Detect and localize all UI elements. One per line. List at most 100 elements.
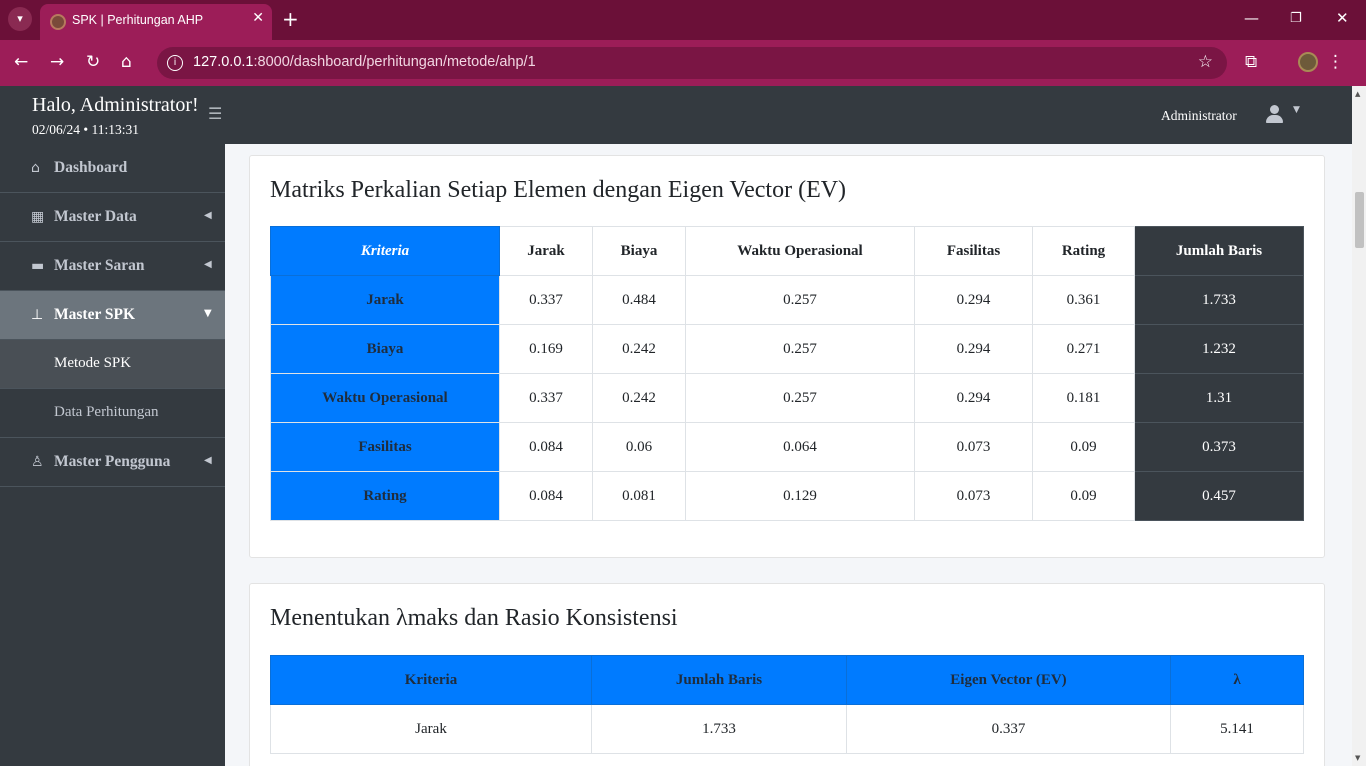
- ev-matrix-table: Kriteria Jarak Biaya Waktu Operasional F…: [270, 226, 1304, 521]
- browser-menu-icon[interactable]: ⋮: [1327, 52, 1344, 72]
- sidebar-item-label: Master Data: [54, 208, 137, 225]
- lambda-max-card: Menentukan λmaks dan Rasio Konsistensi K…: [249, 583, 1325, 766]
- profile-avatar[interactable]: [1298, 52, 1318, 72]
- sidebar-subitem-metode-spk[interactable]: Metode SPK: [0, 340, 225, 389]
- table-cell: 0.242: [592, 324, 686, 374]
- cubes-icon: ▦: [31, 209, 45, 225]
- home-icon[interactable]: ⌂: [121, 52, 132, 72]
- column-header: Fasilitas: [914, 226, 1033, 276]
- browser-tab[interactable]: SPK | Perhitungan AHP ✕: [40, 4, 272, 40]
- table-row: Biaya 0.169 0.242 0.257 0.294 0.271 1.23…: [270, 324, 1304, 374]
- new-tab-icon[interactable]: +: [282, 7, 299, 31]
- home-icon: ⌂: [31, 160, 40, 176]
- greeting: Halo, Administrator!: [32, 94, 199, 116]
- ev-matrix-card: Matriks Perkalian Setiap Elemen dengan E…: [249, 155, 1325, 558]
- table-cell: 0.064: [685, 422, 915, 472]
- table-row: Jarak 1.733 0.337 5.141: [270, 704, 1304, 754]
- comment-icon: ▬: [31, 258, 45, 274]
- table-cell: 0.337: [846, 704, 1171, 754]
- column-header: Rating: [1032, 226, 1135, 276]
- table-header-row: Kriteria Jarak Biaya Waktu Operasional F…: [270, 226, 1304, 276]
- users-cog-icon: ♙: [31, 454, 44, 470]
- scroll-up-icon[interactable]: ▲: [1355, 90, 1360, 98]
- row-header: Rating: [270, 471, 500, 521]
- site-info-icon[interactable]: i: [167, 55, 183, 71]
- sidebar-item-label: Master Pengguna: [54, 453, 171, 470]
- table-cell: 0.484: [592, 275, 686, 325]
- sidebar-item-master-pengguna[interactable]: ♙ Master Pengguna ◀: [0, 438, 225, 487]
- user-name: Administrator: [1161, 108, 1237, 123]
- chevron-left-icon: ◀: [204, 455, 212, 466]
- sidebar-item-master-spk[interactable]: ⊥ Master SPK ▼: [0, 291, 225, 340]
- scroll-down-icon[interactable]: ▼: [1355, 754, 1360, 762]
- row-header: Fasilitas: [270, 422, 500, 472]
- sidebar-item-label: Master Saran: [54, 257, 145, 274]
- close-window-icon[interactable]: ✕: [1336, 9, 1349, 27]
- table-cell: 5.141: [1170, 704, 1304, 754]
- table-cell: 0.09: [1032, 422, 1135, 472]
- column-header: Biaya: [592, 226, 686, 276]
- table-cell: 0.081: [592, 471, 686, 521]
- table-cell: 0.181: [1032, 373, 1135, 423]
- table-cell: 0.129: [685, 471, 915, 521]
- table-cell: 0.073: [914, 471, 1033, 521]
- sidebar-item-dashboard[interactable]: ⌂ Dashboard: [0, 144, 225, 193]
- column-header: Kriteria: [270, 655, 592, 705]
- table-row: Waktu Operasional 0.337 0.242 0.257 0.29…: [270, 373, 1304, 423]
- minimize-icon[interactable]: —: [1244, 9, 1259, 27]
- table-cell: 0.073: [914, 422, 1033, 472]
- sidebar-item-label: Master SPK: [54, 306, 136, 323]
- table-row: Rating 0.084 0.081 0.129 0.073 0.09 0.45…: [270, 471, 1304, 521]
- chevron-down-icon: ▼: [204, 308, 212, 319]
- page-scrollbar[interactable]: ▲ ▼: [1352, 86, 1366, 766]
- reload-icon[interactable]: ↻: [86, 52, 100, 72]
- card-title: Menentukan λmaks dan Rasio Konsistensi: [270, 605, 678, 631]
- table-cell: 0.06: [592, 422, 686, 472]
- row-sum-cell: 1.232: [1134, 324, 1304, 374]
- table-row: Fasilitas 0.084 0.06 0.064 0.073 0.09 0.…: [270, 422, 1304, 472]
- row-header: Jarak: [270, 275, 500, 325]
- tab-close-icon[interactable]: ✕: [252, 10, 264, 26]
- column-header: Kriteria: [270, 226, 500, 276]
- table-cell: 0.271: [1032, 324, 1135, 374]
- app-header: Halo, Administrator! 02/06/24 • 11:13:31…: [0, 86, 1352, 144]
- sidebar-item-master-saran[interactable]: ▬ Master Saran ◀: [0, 242, 225, 291]
- sidebar-subitem-data-perhitungan[interactable]: Data Perhitungan: [0, 389, 225, 438]
- column-header: λ: [1170, 655, 1304, 705]
- column-header: Waktu Operasional: [685, 226, 915, 276]
- user-dropdown-caret-icon[interactable]: ▼: [1293, 105, 1300, 115]
- table-cell: 1.733: [591, 704, 847, 754]
- sidebar-item-label: Metode SPK: [54, 355, 132, 371]
- table-header-row: Kriteria Jumlah Baris Eigen Vector (EV) …: [270, 655, 1304, 705]
- user-icon[interactable]: [1266, 105, 1283, 125]
- table-row: Jarak 0.337 0.484 0.257 0.294 0.361 1.73…: [270, 275, 1304, 325]
- card-title: Matriks Perkalian Setiap Elemen dengan E…: [270, 177, 847, 203]
- restore-icon[interactable]: ❐: [1290, 11, 1302, 26]
- back-icon[interactable]: ←: [14, 52, 28, 72]
- tab-search-button[interactable]: ▾: [8, 7, 32, 31]
- tab-title: SPK | Perhitungan AHP: [72, 13, 204, 27]
- sitemap-icon: ⊥: [31, 307, 44, 323]
- address-bar[interactable]: i 127.0.0.1:8000/dashboard/perhitungan/m…: [157, 47, 1227, 79]
- column-header: Jarak: [499, 226, 593, 276]
- scrollbar-thumb[interactable]: [1355, 192, 1364, 248]
- forward-icon[interactable]: →: [50, 52, 64, 72]
- row-sum-cell: 1.733: [1134, 275, 1304, 325]
- table-cell: 0.337: [499, 275, 593, 325]
- header-datetime: 02/06/24 • 11:13:31: [32, 122, 139, 137]
- column-header: Eigen Vector (EV): [846, 655, 1171, 705]
- sidebar-item-label: Data Perhitungan: [54, 404, 159, 420]
- table-cell: 0.09: [1032, 471, 1135, 521]
- extensions-icon[interactable]: ⧉: [1245, 52, 1257, 72]
- lambda-table: Kriteria Jumlah Baris Eigen Vector (EV) …: [270, 655, 1304, 754]
- table-cell: 0.257: [685, 373, 915, 423]
- chevron-left-icon: ◀: [204, 210, 212, 221]
- hamburger-menu-icon[interactable]: ☰: [208, 104, 222, 123]
- table-cell: 0.084: [499, 422, 593, 472]
- sidebar-item-master-data[interactable]: ▦ Master Data ◀: [0, 193, 225, 242]
- table-cell: 0.361: [1032, 275, 1135, 325]
- bookmark-star-icon[interactable]: ☆: [1198, 52, 1213, 72]
- table-cell: 0.294: [914, 324, 1033, 374]
- table-cell: Jarak: [270, 704, 592, 754]
- row-header: Waktu Operasional: [270, 373, 500, 423]
